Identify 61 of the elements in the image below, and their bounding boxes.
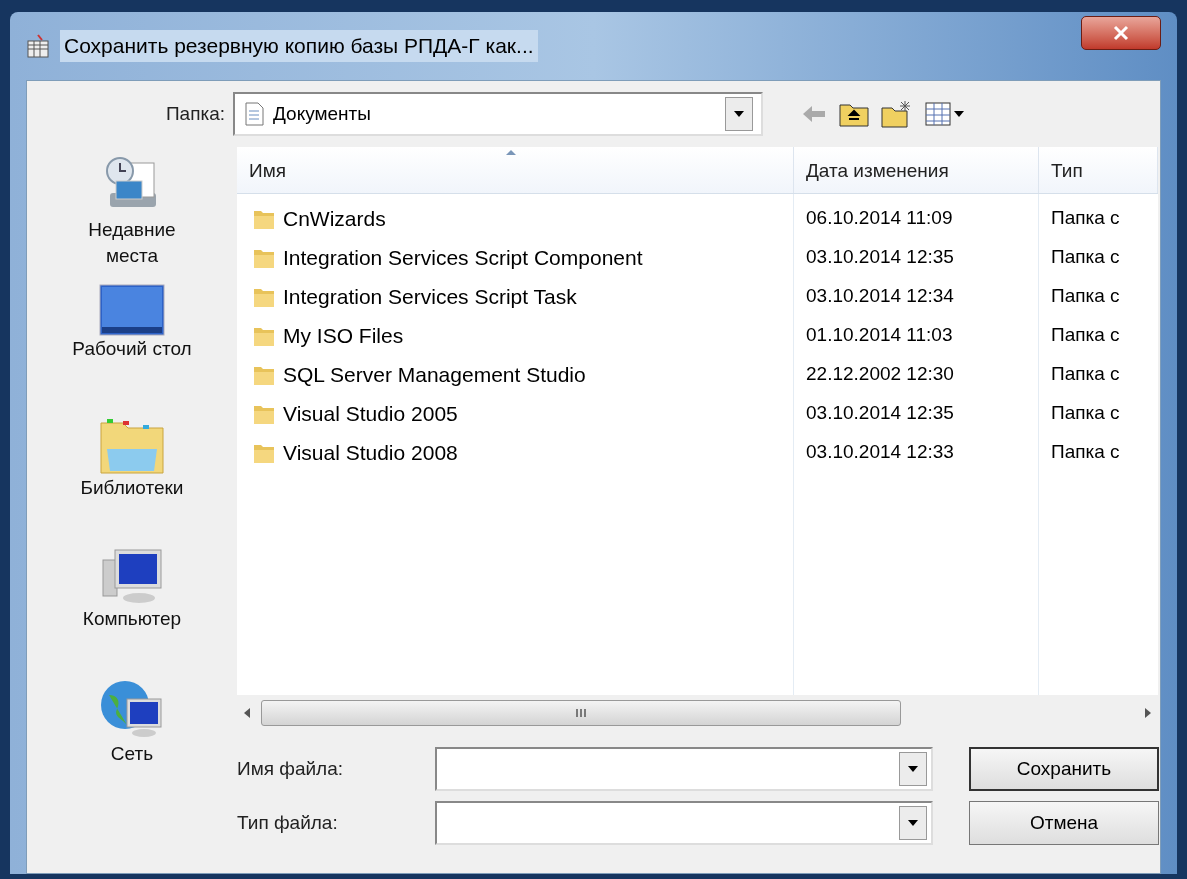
column-header[interactable]: Дата изменения [794,147,1039,193]
field-label: Имя файла: [237,756,345,781]
dropdown-button[interactable] [899,752,927,786]
type-cell-text: Папка с [1051,284,1120,309]
place-label[interactable]: Рабочий стол [67,336,197,362]
view-menu-button[interactable] [925,102,965,126]
type-cell-text: Папка с [1051,401,1120,426]
field-label: Тип файла: [237,810,339,835]
file-name-cell[interactable]: Visual Studio 2005 [283,397,458,430]
file-name-cell[interactable]: My ISO Files [283,319,404,352]
type-cell-text: Папка с [1051,245,1120,270]
date-cell-text: 03.10.2014 12:33 [806,440,954,465]
file-name-cell[interactable]: Integration Services Script Task [283,280,577,313]
place-label[interactable]: Недавние места [67,217,197,269]
dialog-button[interactable]: Отмена [969,801,1159,845]
computer-icon [99,546,165,606]
scroll-right-icon[interactable] [1144,708,1152,718]
new-folder-icon[interactable] [881,100,913,128]
date-cell-text: 03.10.2014 12:35 [806,401,954,426]
dropdown-button[interactable] [725,97,753,131]
folder-up-icon[interactable] [839,101,869,127]
folder-value: Документы [273,101,372,126]
desktop-icon [99,284,165,336]
type-cell-text: Папка с [1051,440,1120,465]
combo-field[interactable] [435,747,933,791]
type-cell-text: Папка с [1051,206,1120,231]
place-label[interactable]: Библиотеки [67,475,197,501]
view-icon [925,102,951,126]
caret-icon [907,819,919,827]
type-cell-text: Папка с [1051,362,1120,387]
app-icon [26,33,52,59]
file-name-cell[interactable]: CnWizards [283,202,386,235]
dropdown-button[interactable] [899,806,927,840]
file-name-cell[interactable]: Visual Studio 2008 [283,436,458,469]
date-cell-text: 01.10.2014 11:03 [806,323,953,348]
document-icon [243,102,265,126]
caret-icon [733,110,745,118]
column-header[interactable]: Имя [237,147,794,193]
type-cell-text: Папка с [1051,323,1120,348]
place-label[interactable]: Компьютер [67,606,197,632]
date-cell-text: 03.10.2014 12:34 [806,284,954,309]
caret-icon [953,110,965,118]
date-cell-text: 22.12.2002 12:30 [806,362,954,387]
window-title: Сохранить резервную копию базы РПДА-Г как... [60,30,538,62]
close-icon [1113,25,1129,41]
grip-icon [575,708,587,718]
caret-icon [907,765,919,773]
file-name-cell[interactable]: SQL Server Management Studio [283,358,586,391]
combo-field[interactable] [435,801,933,845]
column-header[interactable]: Тип [1039,147,1158,193]
scroll-left-icon[interactable] [243,708,251,718]
file-name-cell[interactable]: Integration Services Script Component [283,241,643,274]
dialog-button[interactable]: Сохранить [969,747,1159,791]
sort-arrow-icon [505,149,517,156]
date-cell-text: 03.10.2014 12:35 [806,245,954,270]
folder-label: Папка: [164,101,226,126]
scrollbar-thumb[interactable] [261,700,901,726]
close-button[interactable] [1081,16,1161,50]
place-label[interactable]: Сеть [67,741,197,767]
folder-dropdown[interactable]: Документы [233,92,763,136]
date-cell-text: 06.10.2014 11:09 [806,206,953,231]
